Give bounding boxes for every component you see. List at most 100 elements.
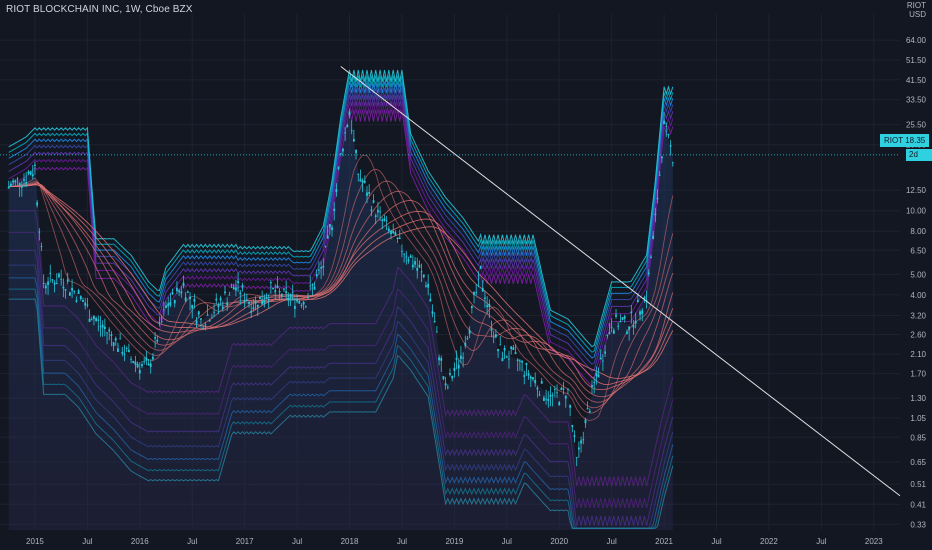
currency-symbol: RIOT (906, 1, 926, 10)
y-tick-label: 0.51 (910, 480, 926, 489)
candle-body (167, 303, 170, 307)
candle-body (444, 383, 447, 386)
candle-body (197, 311, 200, 315)
candle-body (289, 294, 292, 297)
candle-body (103, 326, 106, 330)
candle-body (86, 304, 89, 306)
candle-body (331, 227, 333, 231)
candle-body (132, 360, 135, 363)
candle-body (516, 359, 519, 362)
candle-body (586, 408, 589, 410)
candle-body (55, 283, 58, 285)
candle-body (523, 375, 526, 377)
bar-countdown-badge: 2d 3h (906, 149, 932, 171)
candle-body (239, 292, 242, 295)
y-tick-label: 0.33 (910, 520, 926, 529)
candle-body (352, 139, 355, 142)
x-tick-label: Jul (397, 537, 407, 546)
candle-body (647, 272, 650, 275)
x-tick-label: Jul (607, 537, 617, 546)
candle-body (425, 285, 427, 287)
candle-body (235, 287, 237, 291)
candle-body (127, 349, 130, 353)
candle-body (285, 291, 288, 294)
candle-body (584, 419, 587, 424)
candle-body (435, 331, 438, 333)
candle-body (484, 297, 486, 299)
candle-body (490, 328, 493, 331)
candle-body (379, 211, 381, 213)
candle-body (335, 189, 338, 193)
candle-body (178, 290, 181, 292)
candle-body (355, 150, 357, 154)
candle-body (31, 174, 34, 177)
candle-body (176, 287, 178, 292)
candle-body (232, 287, 235, 290)
candle-body (477, 275, 480, 277)
candle-body (202, 327, 205, 329)
y-tick-label: 6.50 (910, 246, 926, 255)
candle-body (121, 352, 124, 354)
candle-body (165, 305, 167, 309)
candle-body (475, 291, 478, 293)
candle-body (499, 344, 502, 346)
candle-body (241, 285, 244, 288)
candle-body (213, 311, 215, 313)
price-axis[interactable]: 64.0051.5041.5033.5025.5020.5012.5010.00… (906, 36, 927, 529)
candle-body (130, 358, 132, 360)
candle-body (184, 297, 187, 302)
candle-body (545, 398, 548, 400)
candle-body (149, 363, 152, 367)
candle-body (394, 232, 397, 236)
candle-body (503, 348, 506, 351)
candle-body (556, 392, 558, 394)
candle-body (615, 314, 617, 317)
candle-body (51, 279, 54, 281)
candle-body (254, 300, 257, 304)
candle-body (191, 304, 194, 309)
x-tick-label: 2020 (550, 537, 568, 546)
candle-body (215, 298, 218, 301)
candle-body (339, 153, 342, 154)
y-tick-label: 0.41 (910, 500, 926, 509)
candle-body (342, 148, 344, 152)
x-tick-label: 2023 (865, 537, 883, 546)
candle-body (606, 335, 609, 337)
candle-body (383, 218, 386, 221)
y-tick-label: 0.85 (910, 433, 926, 442)
y-tick-label: 1.05 (910, 414, 926, 423)
candle-body (512, 347, 515, 350)
y-tick-label: 5.00 (910, 270, 926, 279)
candle-body (660, 156, 663, 159)
candle-body (36, 202, 39, 206)
candle-body (630, 311, 633, 314)
candle-body (186, 291, 189, 293)
candle-body (58, 273, 60, 278)
candle-body (514, 352, 517, 355)
candle-body (409, 255, 412, 258)
candle-body (162, 309, 165, 311)
candle-body (538, 394, 541, 396)
candle-body (71, 288, 73, 291)
candle-body (44, 285, 47, 289)
candle-body (560, 387, 563, 391)
price-chart[interactable]: 64.0051.5041.5033.5025.5020.5012.5010.00… (0, 0, 932, 550)
candle-body (315, 274, 318, 277)
candle-body (79, 296, 82, 300)
candle-body (669, 145, 672, 147)
candle-body (497, 348, 499, 352)
candle-body (527, 373, 530, 376)
time-axis[interactable]: 2015 Jul 2016 Jul 2017 Jul 2018 Jul 2019 Jul 2020 J… (26, 537, 883, 546)
candle-body (20, 185, 23, 188)
x-tick-label: Jul (711, 537, 721, 546)
candle-body (440, 358, 443, 361)
candle-body (481, 288, 484, 292)
x-tick-label: Jul (816, 537, 826, 546)
price-area (8, 109, 673, 530)
candle-body (591, 385, 593, 387)
candle-body (608, 332, 611, 334)
candle-body (326, 235, 329, 239)
candle-body (250, 310, 253, 313)
candle-body (337, 166, 340, 169)
candle-body (623, 316, 626, 319)
